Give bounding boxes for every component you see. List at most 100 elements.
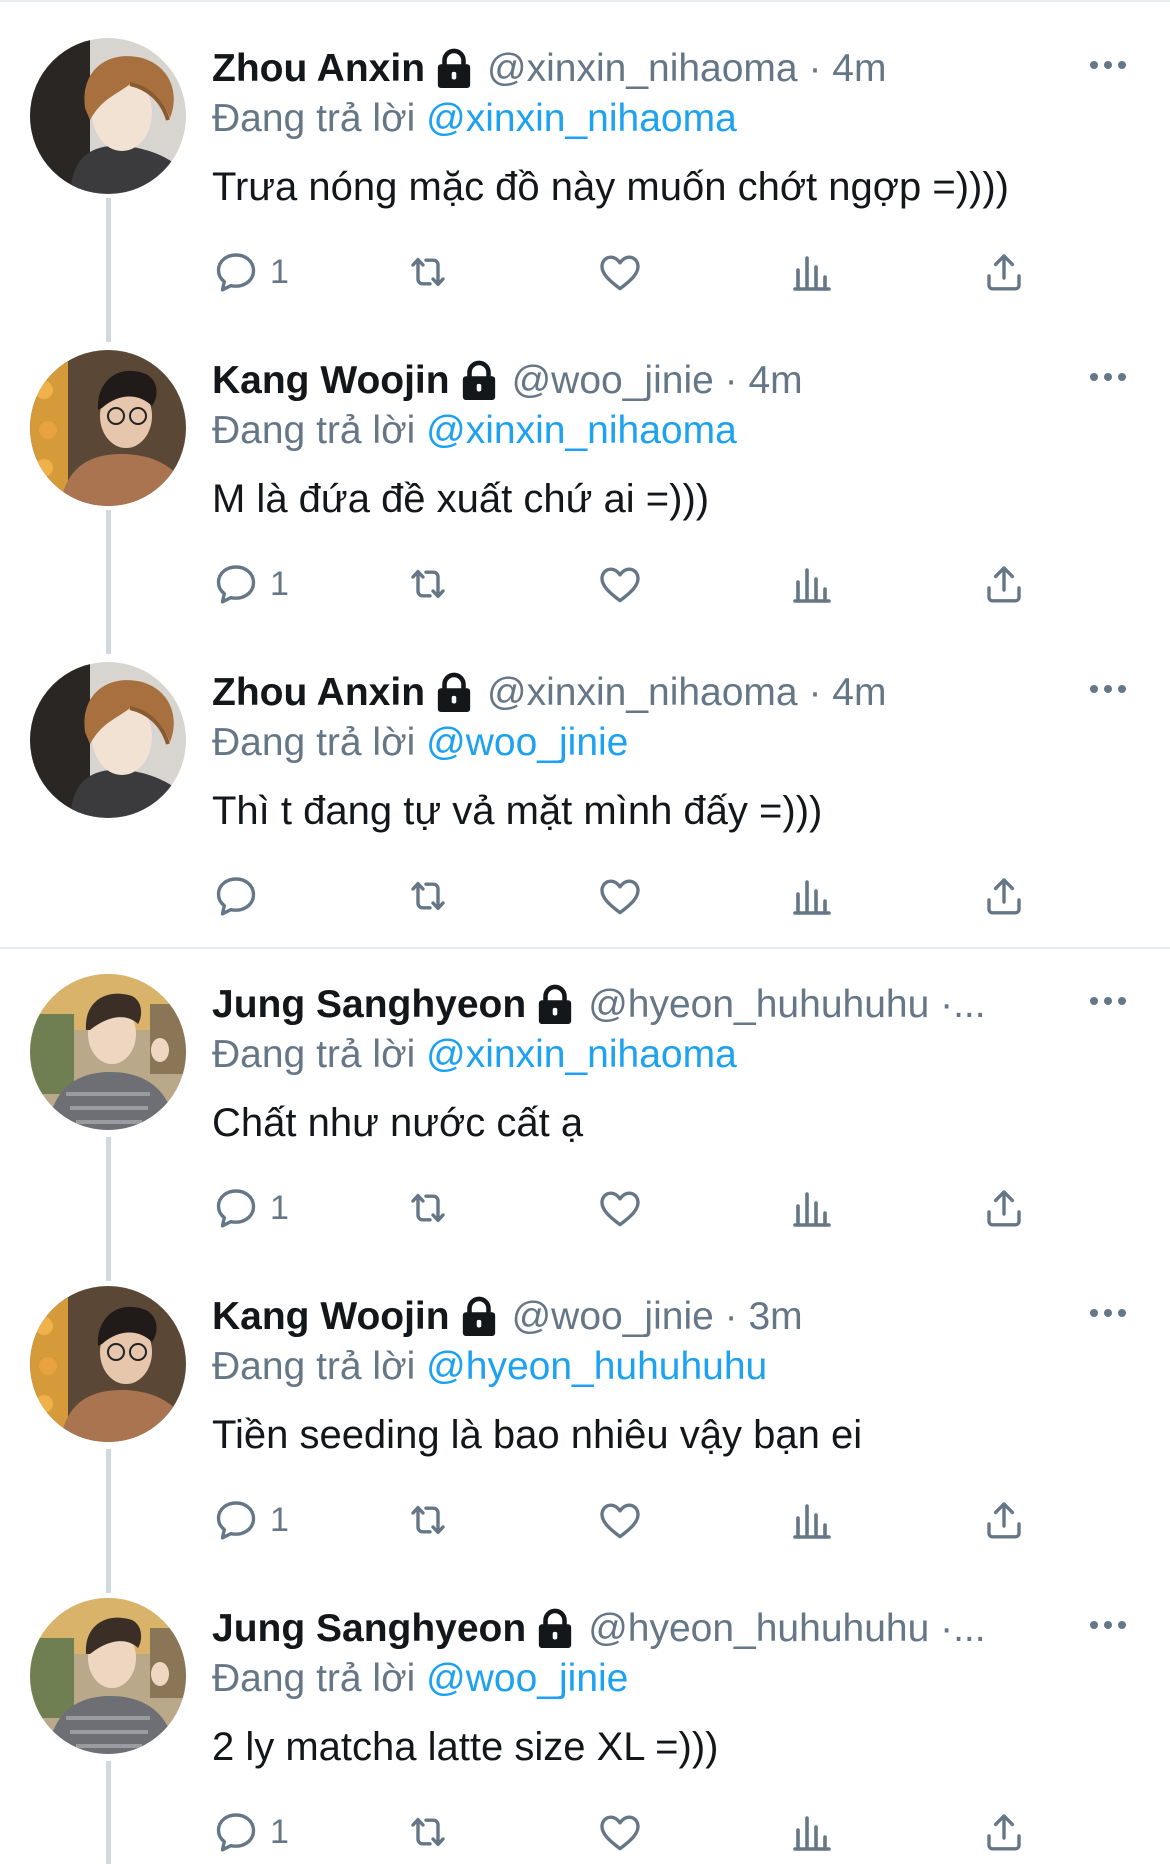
reply-icon: [212, 1808, 260, 1856]
reply-count: 1: [270, 1188, 289, 1227]
like-button[interactable]: [596, 1180, 644, 1236]
reply-count: 1: [270, 564, 289, 603]
handle-and-time[interactable]: @woo_jinie · 3m: [512, 1292, 803, 1342]
share-button[interactable]: [980, 244, 1028, 300]
retweet-button[interactable]: [404, 1180, 452, 1236]
heart-icon: [596, 560, 644, 608]
tweet-text: Thì t đang tự vả mặt mình đấy =))): [212, 789, 823, 833]
views-button[interactable]: [788, 1804, 836, 1860]
action-bar: 1: [212, 1804, 1062, 1860]
avatar[interactable]: [30, 1286, 186, 1442]
views-button[interactable]: [788, 1180, 836, 1236]
mention-link[interactable]: @woo_jinie: [426, 721, 628, 764]
tweet-header: Kang Woojin @woo_jinie · 3m: [212, 1292, 1072, 1342]
replying-to: Đang trả lời @xinxin_nihaoma: [212, 94, 737, 144]
retweet-icon: [404, 560, 452, 608]
tweet[interactable]: Jung Sanghyeon @hyeon_huhuhuhu ·... Đang…: [0, 1560, 1170, 1872]
action-bar: 1: [212, 556, 1062, 612]
views-button[interactable]: [788, 1492, 836, 1548]
replying-to-label: Đang trả lời: [212, 1033, 416, 1076]
reply-count: 1: [270, 1500, 289, 1539]
mention-link[interactable]: @xinxin_nihaoma: [426, 97, 737, 140]
replying-to-label: Đang trả lời: [212, 97, 416, 140]
retweet-button[interactable]: [404, 868, 452, 924]
avatar[interactable]: [30, 1598, 186, 1754]
tweet[interactable]: Kang Woojin @woo_jinie · 3m Đang trả lời…: [0, 1248, 1170, 1560]
share-button[interactable]: [980, 1180, 1028, 1236]
like-button[interactable]: [596, 868, 644, 924]
display-name[interactable]: Jung Sanghyeon: [212, 1604, 526, 1654]
analytics-icon: [788, 872, 836, 920]
handle-and-time[interactable]: @xinxin_nihaoma · 4m: [487, 668, 886, 718]
lock-icon: [460, 1296, 498, 1338]
tweet-text: M là đứa đề xuất chứ ai =))): [212, 477, 710, 521]
action-bar: 1: [212, 244, 1062, 300]
handle-and-time[interactable]: @hyeon_huhuhuhu ·...: [588, 1604, 985, 1654]
avatar[interactable]: [30, 974, 186, 1130]
views-button[interactable]: [788, 244, 836, 300]
mention-link[interactable]: @xinxin_nihaoma: [426, 409, 737, 452]
retweet-button[interactable]: [404, 556, 452, 612]
share-icon: [980, 1184, 1028, 1232]
reply-button[interactable]: 1: [212, 1492, 289, 1548]
like-button[interactable]: [596, 556, 644, 612]
retweet-icon: [404, 248, 452, 296]
heart-icon: [596, 1496, 644, 1544]
views-button[interactable]: [788, 868, 836, 924]
views-button[interactable]: [788, 556, 836, 612]
like-button[interactable]: [596, 1804, 644, 1860]
display-name[interactable]: Kang Woojin: [212, 356, 450, 406]
replying-to: Đang trả lời @xinxin_nihaoma: [212, 406, 737, 456]
reply-button[interactable]: 1: [212, 1804, 289, 1860]
share-button[interactable]: [980, 1492, 1028, 1548]
replying-to: Đang trả lời @woo_jinie: [212, 1654, 628, 1704]
reply-count: 1: [270, 252, 289, 291]
more-icon[interactable]: [1086, 1298, 1130, 1328]
replying-to-label: Đang trả lời: [212, 409, 416, 452]
display-name[interactable]: Zhou Anxin: [212, 668, 425, 718]
reply-button[interactable]: 1: [212, 1180, 289, 1236]
avatar[interactable]: [30, 662, 186, 818]
handle-and-time[interactable]: @xinxin_nihaoma · 4m: [487, 44, 886, 94]
reply-button[interactable]: 1: [212, 244, 289, 300]
tweet-header: Jung Sanghyeon @hyeon_huhuhuhu ·...: [212, 980, 1072, 1030]
share-button[interactable]: [980, 868, 1028, 924]
avatar[interactable]: [30, 38, 186, 194]
action-bar: 1: [212, 1180, 1062, 1236]
tweet-text: Chất như nước cất ạ: [212, 1101, 584, 1145]
share-icon: [980, 248, 1028, 296]
display-name[interactable]: Jung Sanghyeon: [212, 980, 526, 1030]
like-button[interactable]: [596, 244, 644, 300]
display-name[interactable]: Zhou Anxin: [212, 44, 425, 94]
reply-button[interactable]: [212, 868, 270, 924]
share-button[interactable]: [980, 1804, 1028, 1860]
retweet-button[interactable]: [404, 1492, 452, 1548]
tweet[interactable]: Jung Sanghyeon @hyeon_huhuhuhu ·... Đang…: [0, 936, 1170, 1248]
more-icon[interactable]: [1086, 50, 1130, 80]
tweet[interactable]: Zhou Anxin @xinxin_nihaoma · 4m Đang trả…: [0, 624, 1170, 936]
retweet-button[interactable]: [404, 1804, 452, 1860]
mention-link[interactable]: @hyeon_huhuhuhu: [426, 1345, 767, 1388]
share-button[interactable]: [980, 556, 1028, 612]
mention-link[interactable]: @xinxin_nihaoma: [426, 1033, 737, 1076]
tweet-text: 2 ly matcha latte size XL =))): [212, 1725, 719, 1769]
heart-icon: [596, 872, 644, 920]
display-name[interactable]: Kang Woojin: [212, 1292, 450, 1342]
mention-link[interactable]: @woo_jinie: [426, 1657, 628, 1700]
heart-icon: [596, 248, 644, 296]
reply-icon: [212, 560, 260, 608]
more-icon[interactable]: [1086, 1610, 1130, 1640]
more-icon[interactable]: [1086, 986, 1130, 1016]
handle-and-time[interactable]: @hyeon_huhuhuhu ·...: [588, 980, 985, 1030]
like-button[interactable]: [596, 1492, 644, 1548]
avatar[interactable]: [30, 350, 186, 506]
tweet[interactable]: Kang Woojin @woo_jinie · 4m Đang trả lời…: [0, 312, 1170, 624]
replying-to-label: Đang trả lời: [212, 1657, 416, 1700]
more-icon[interactable]: [1086, 674, 1130, 704]
handle-and-time[interactable]: @woo_jinie · 4m: [512, 356, 803, 406]
retweet-icon: [404, 1496, 452, 1544]
retweet-button[interactable]: [404, 244, 452, 300]
reply-button[interactable]: 1: [212, 556, 289, 612]
more-icon[interactable]: [1086, 362, 1130, 392]
tweet[interactable]: Zhou Anxin @xinxin_nihaoma · 4m Đang trả…: [0, 0, 1170, 312]
